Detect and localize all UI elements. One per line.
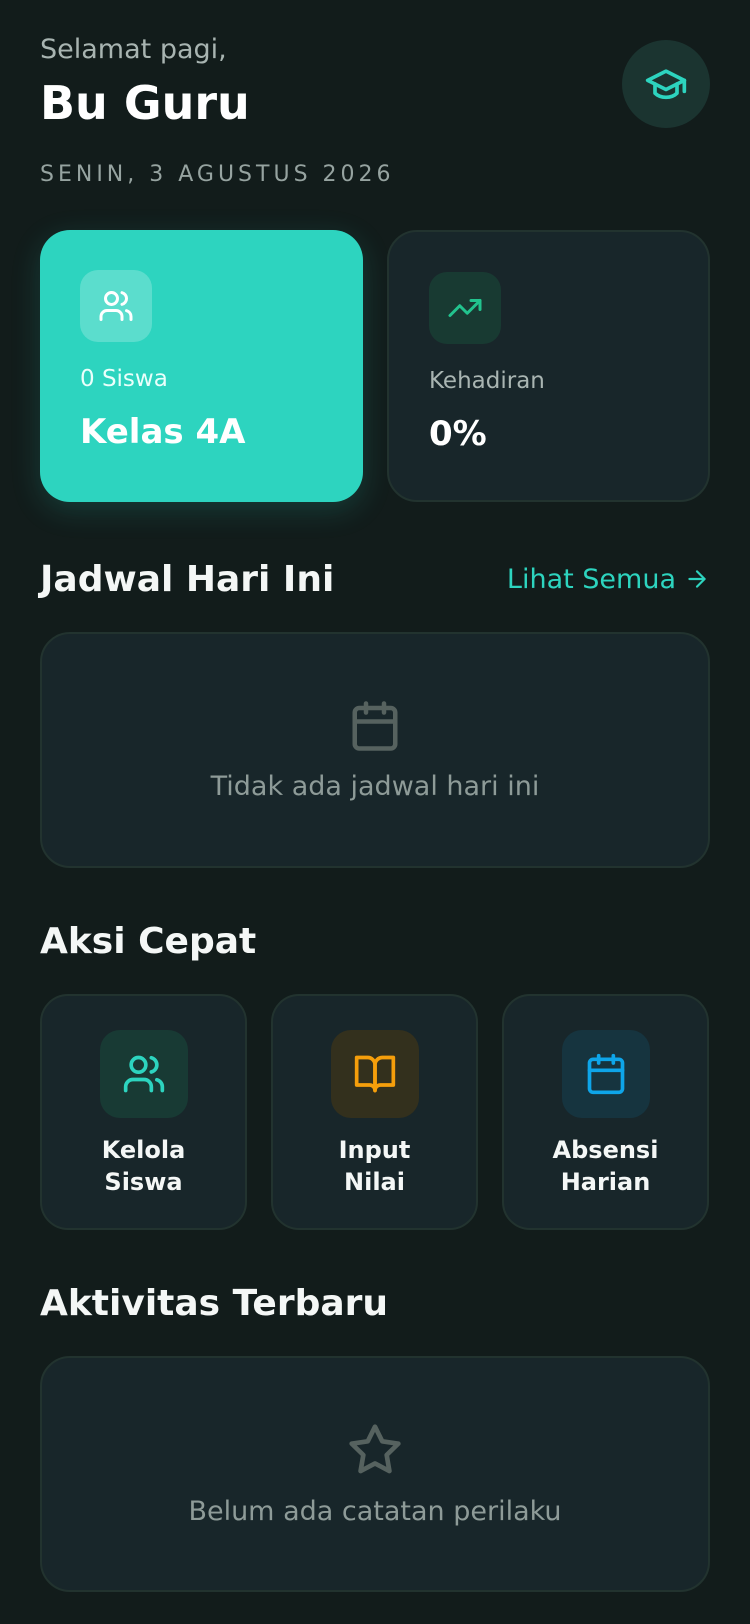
activity-title: Aktivitas Terbaru	[40, 1282, 389, 1324]
greeting-text: Selamat pagi,	[40, 34, 227, 65]
class-card[interactable]: 0 Siswa Kelas 4A	[40, 230, 363, 502]
activity-empty-text: Belum ada catatan perilaku	[188, 1495, 562, 1527]
manage-students-label: Kelola Siswa	[69, 1134, 219, 1198]
label-line: Harian	[560, 1168, 651, 1196]
daily-attendance-button[interactable]: Absensi Harian	[502, 994, 709, 1230]
class-name: Kelas 4A	[80, 412, 246, 452]
student-count: 0 Siswa	[80, 366, 168, 392]
schedule-header: Jadwal Hari Ini Lihat Semua	[40, 554, 710, 604]
quick-actions-header: Aksi Cepat	[40, 916, 710, 966]
label-line: Input	[338, 1136, 411, 1164]
stats-row: 0 Siswa Kelas 4A Kehadiran 0%	[40, 230, 710, 502]
quick-actions-row: Kelola Siswa Input Nilai Absensi Harian	[40, 994, 710, 1230]
book-open-icon	[354, 1055, 395, 1093]
users-icon	[99, 291, 133, 321]
attendance-icon-box	[429, 272, 501, 344]
teacher-name: Bu Guru	[40, 76, 250, 130]
input-grades-button[interactable]: Input Nilai	[271, 994, 478, 1230]
label-line: Nilai	[344, 1168, 405, 1196]
daily-attendance-icon-box	[561, 1030, 650, 1118]
calendar-icon	[587, 1053, 624, 1095]
teacher-dashboard: Selamat pagi, Bu Guru SENIN, 3 AGUSTUS 2…	[0, 0, 750, 1624]
star-icon	[349, 1423, 401, 1473]
input-grades-icon-box	[330, 1030, 419, 1118]
manage-students-icon-box	[99, 1030, 188, 1118]
profile-avatar-button[interactable]	[622, 40, 710, 128]
graduation-cap-icon	[645, 69, 687, 100]
users-icon	[123, 1055, 164, 1093]
quick-actions-title: Aksi Cepat	[40, 920, 257, 962]
schedule-title: Jadwal Hari Ini	[40, 558, 335, 600]
schedule-empty-text: Tidak ada jadwal hari ini	[210, 770, 540, 802]
header: Selamat pagi, Bu Guru SENIN, 3 AGUSTUS 2…	[40, 0, 710, 230]
input-grades-label: Input Nilai	[300, 1134, 450, 1198]
manage-students-button[interactable]: Kelola Siswa	[40, 994, 247, 1230]
class-icon-box	[80, 270, 152, 342]
trending-up-icon	[448, 299, 482, 317]
activity-header: Aktivitas Terbaru	[40, 1278, 710, 1328]
daily-attendance-label: Absensi Harian	[531, 1134, 681, 1198]
attendance-label: Kehadiran	[429, 368, 545, 394]
label-line: Absensi	[552, 1136, 659, 1164]
see-all-link[interactable]: Lihat Semua	[507, 564, 710, 595]
calendar-icon	[352, 700, 398, 751]
attendance-card[interactable]: Kehadiran 0%	[387, 230, 710, 502]
attendance-value: 0%	[429, 414, 487, 454]
label-line: Siswa	[104, 1168, 183, 1196]
see-all-label: Lihat Semua	[506, 563, 676, 595]
arrow-right-icon	[688, 570, 706, 588]
current-date: SENIN, 3 AGUSTUS 2026	[40, 162, 395, 187]
label-line: Kelola	[101, 1136, 186, 1164]
activity-empty-state: Belum ada catatan perilaku	[40, 1356, 710, 1592]
schedule-empty-state: Tidak ada jadwal hari ini	[40, 632, 710, 868]
